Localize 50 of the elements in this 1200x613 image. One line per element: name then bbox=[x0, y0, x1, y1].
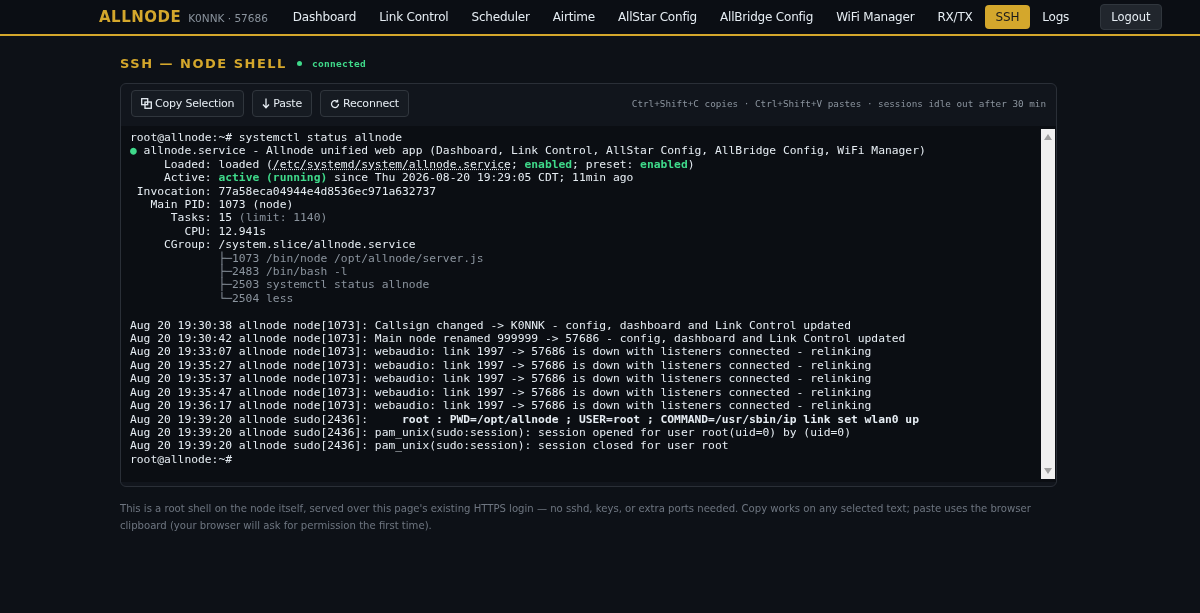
nav-tab[interactable]: Link Control bbox=[368, 5, 460, 29]
nav-tab[interactable]: SSH bbox=[984, 5, 1031, 29]
terminal-line: Aug 20 19:39:20 allnode sudo[2436]: pam_unix(sudo:session): session closed for user root bbox=[130, 439, 729, 453]
terminal-line: Active: active (running) since Thu 2026-08-20 19:29:05 CDT; 11min ago bbox=[163, 171, 634, 185]
shortcut-hint: Ctrl+Shift+C copies · Ctrl+Shift+V pastes · sessions idle out after 30 min bbox=[631, 98, 1046, 109]
arrow-down-icon bbox=[262, 98, 271, 109]
node-subtitle: K0NNK · 57686 bbox=[188, 12, 268, 24]
terminal-line: CPU: 12.941s bbox=[183, 224, 267, 239]
terminal-line: Aug 20 19:33:07 allnode node[1073]: webaudio: link 1997 -> 57686 is down with listeners connected - relinking bbox=[130, 345, 872, 359]
terminal-line: Aug 20 19:35:27 allnode node[1073]: webaudio: link 1997 -> 57686 is down with listeners connected - relinking bbox=[130, 358, 872, 373]
terminal-line: Invocation: 77a58eca04944e4d8536ec971a632737 bbox=[135, 184, 437, 199]
terminal-line: CGroup: /system.slice/allnode.service bbox=[163, 238, 416, 252]
scroll-up-icon[interactable] bbox=[1044, 134, 1052, 140]
terminal-line: root@allnode:~# bbox=[130, 452, 233, 467]
nav-tab[interactable]: Airtime bbox=[541, 5, 606, 29]
terminal-line: Loaded: loaded (/etc/systemd/system/allnode.service; enabled; preset: enabled) bbox=[163, 157, 695, 172]
terminal-line: Tasks: 15 (limit: 1140) bbox=[169, 211, 328, 225]
terminal-line: Aug 20 19:30:42 allnode node[1073]: Main node renamed 999999 -> 57686 - config, dashboard and Link Control updated bbox=[130, 332, 906, 346]
nav-tab[interactable]: WiFi Manager bbox=[825, 5, 926, 29]
terminal-line: ├─1073 /bin/node /opt/allnode/server.js bbox=[217, 251, 484, 265]
terminal-line: Aug 20 19:35:47 allnode node[1073]: webaudio: link 1997 -> 57686 is down with listeners connected - relinking bbox=[130, 385, 872, 400]
help-text: This is a root shell on the node itself, served over this page's existing HTTPS login — no sshd, keys, or extra ports needed. Copy works on any selected text; paste uses the browser clipboard (your browser will ask for permission the first time). bbox=[120, 502, 1032, 533]
terminal-line: Aug 20 19:36:17 allnode node[1073]: webaudio: link 1997 -> 57686 is down with listeners connected - relinking bbox=[130, 399, 872, 413]
page-title: SSH — NODE SHELL bbox=[120, 56, 287, 71]
scroll-down-icon[interactable] bbox=[1044, 468, 1052, 474]
terminal-line: Aug 20 19:30:38 allnode node[1073]: Callsign changed -> K0NNK - config, dashboard and Link Control updated bbox=[130, 318, 851, 333]
reconnect-button[interactable]: Reconnect bbox=[320, 90, 409, 117]
nav-tab[interactable]: Scheduler bbox=[460, 5, 541, 29]
terminal-line: └─2504 less bbox=[217, 291, 294, 306]
refresh-icon bbox=[330, 98, 340, 109]
terminal-line: root@allnode:~# systemctl status allnode bbox=[130, 131, 403, 145]
terminal-line: ├─2503 systemctl status allnode bbox=[217, 278, 430, 292]
nav-tab[interactable]: AllBridge Config bbox=[709, 5, 825, 29]
nav-tab[interactable]: Dashboard bbox=[281, 5, 368, 29]
terminal-line: Main PID: 1073 (node) bbox=[149, 198, 294, 212]
connection-status: connected bbox=[311, 58, 367, 69]
nav-tab[interactable]: AllStar Config bbox=[607, 5, 708, 29]
scrollbar[interactable] bbox=[1041, 129, 1055, 479]
terminal-line: Aug 20 19:35:37 allnode node[1073]: webaudio: link 1997 -> 57686 is down with listeners connected - relinking bbox=[130, 372, 872, 386]
nav-tab[interactable]: Logs bbox=[1031, 5, 1081, 29]
terminal-line: Aug 20 19:39:20 allnode sudo[2436]: pam_unix(sudo:session): session opened for user root(uid=0) by (uid=0) bbox=[130, 425, 851, 440]
terminal-line: ├─2483 /bin/bash -l bbox=[217, 265, 348, 279]
paste-button[interactable]: Paste bbox=[252, 90, 312, 117]
copy-button[interactable]: Copy Selection bbox=[131, 90, 245, 117]
terminal-line: Aug 20 19:39:20 allnode sudo[2436]: root : PWD=/opt/allnode ; USER=root ; COMMAND=/usr/sbin/ip link set wlan0 up bbox=[130, 412, 919, 426]
logout-button[interactable]: Logout bbox=[1100, 4, 1162, 30]
terminal-line: ● allnode.service - Allnode unified web app (Dashboard, Link Control, AllStar Config, AllBridge Config, WiFi Manager) bbox=[130, 144, 926, 158]
brand-logo: ALLNODE bbox=[99, 8, 182, 26]
nav-tab[interactable]: RX/TX bbox=[926, 5, 984, 29]
copy-icon bbox=[141, 98, 152, 109]
